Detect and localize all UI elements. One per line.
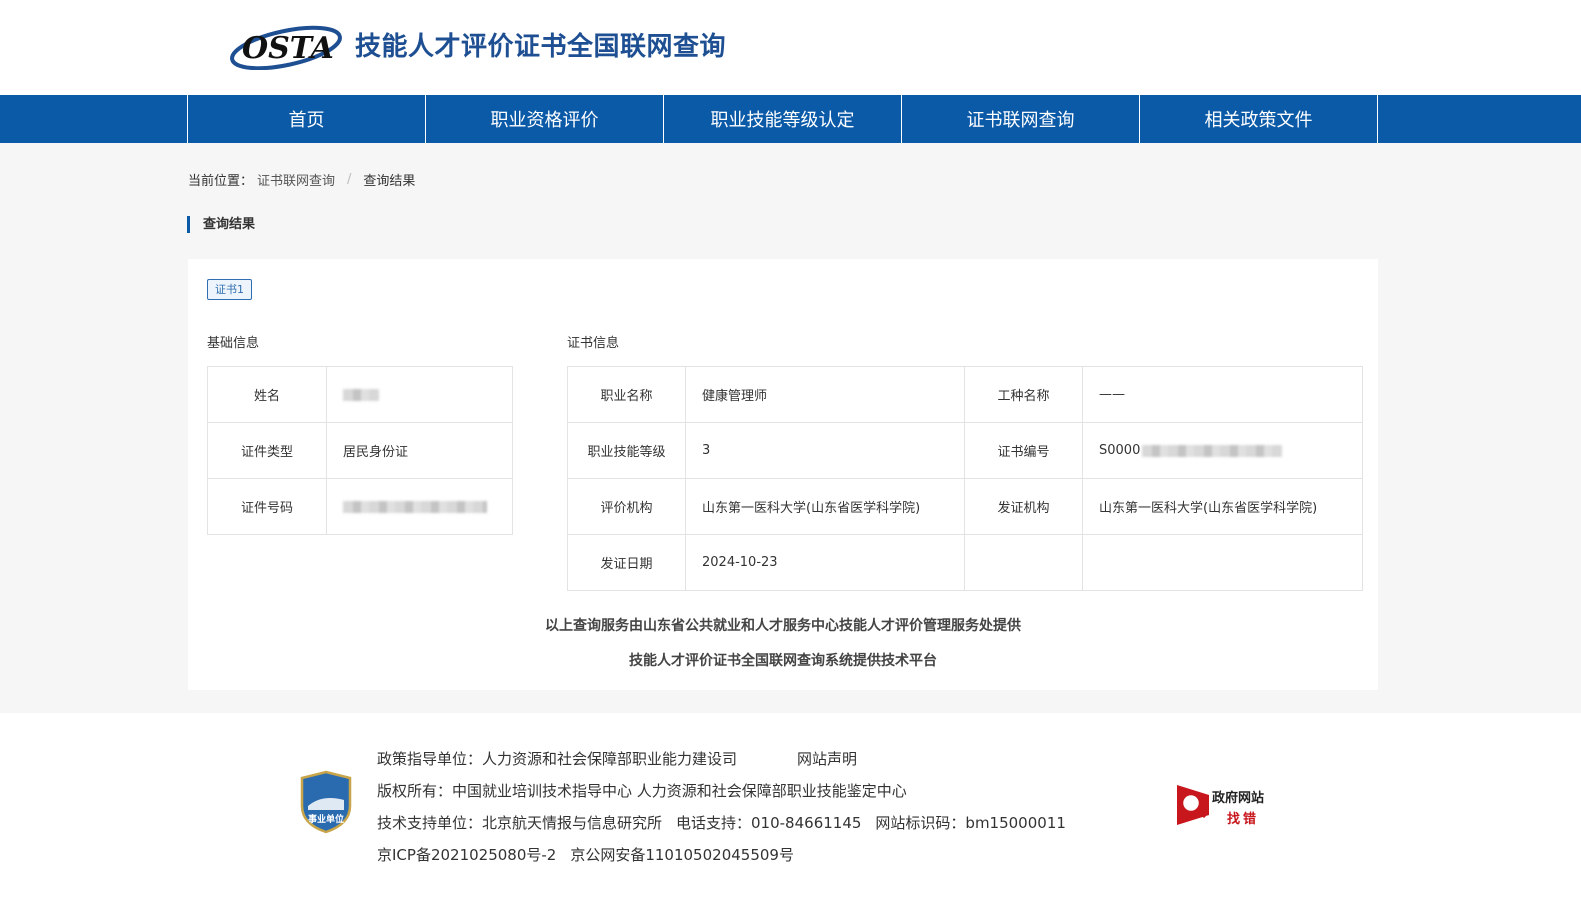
skill-level-value: 3	[685, 422, 965, 479]
breadcrumb-link-cert-query[interactable]: 证书联网查询	[257, 170, 335, 189]
occupation-label: 职业名称	[567, 366, 686, 423]
redacted-id-number	[343, 500, 487, 513]
policy-unit: 政策指导单位：人力资源和社会保障部职业能力建设司	[377, 750, 738, 768]
evaluator-label: 评价机构	[567, 478, 686, 535]
table-row: 证件类型 居民身份证	[207, 422, 513, 479]
id-number-label: 证件号码	[207, 478, 327, 535]
empty-value	[1082, 534, 1363, 591]
cert-info-heading: 证书信息	[567, 336, 620, 351]
breadcrumb-current: 查询结果	[363, 174, 416, 189]
cert-number-label: 证书编号	[964, 422, 1083, 479]
table-row: 职业技能等级 3 证书编号 S0000	[567, 422, 1363, 479]
empty-label	[964, 534, 1083, 591]
nav-bar: 首页 职业资格评价 职业技能等级认定 证书联网查询 相关政策文件	[187, 95, 1378, 143]
footer-line-4: 京ICP备2021025080号-2 京公网安备11010502045509号	[377, 839, 1080, 871]
platform-note: 技能人才评价证书全国联网查询系统提供技术平台	[629, 653, 937, 669]
footer-line-1: 政策指导单位：人力资源和社会保障部职业能力建设司 网站声明	[377, 743, 1080, 775]
osta-logo-icon[interactable]: OSTA	[228, 24, 344, 70]
table-row: 姓名	[207, 366, 513, 423]
breadcrumb-separator: /	[347, 172, 352, 187]
id-type-label: 证件类型	[207, 422, 327, 479]
gov-site-label[interactable]: 政府网站	[1212, 787, 1264, 806]
breadcrumb-prefix: 当前位置：	[188, 174, 254, 189]
issue-date-label: 发证日期	[567, 534, 686, 591]
copyright: 版权所有：中国就业培训技术指导中心 人力资源和社会保障部职业技能鉴定中心	[377, 782, 907, 800]
tech-support-unit: 技术支持单位：北京航天情报与信息研究所	[377, 814, 663, 832]
footer-line-2: 版权所有：中国就业培训技术指导中心 人力资源和社会保障部职业技能鉴定中心	[377, 775, 1080, 807]
name-value	[326, 366, 513, 423]
cert-info-table: 职业名称 健康管理师 工种名称 —— 职业技能等级 3 证书编号 S0000 评…	[567, 366, 1363, 591]
basic-info-heading: 基础信息	[207, 336, 260, 351]
skill-level-label: 职业技能等级	[567, 422, 686, 479]
id-number-value	[326, 478, 513, 535]
site-statement-link[interactable]: 网站声明	[797, 750, 857, 768]
id-type-value: 居民身份证	[326, 422, 513, 479]
work-type-label: 工种名称	[964, 366, 1083, 423]
table-row: 证件号码	[207, 478, 513, 535]
cert-number-value: S0000	[1082, 422, 1363, 479]
issuer-label: 发证机构	[964, 478, 1083, 535]
redacted-name	[343, 388, 379, 401]
table-row: 评价机构 山东第一医科大学(山东省医学科学院) 发证机构 山东第一医科大学(山东…	[567, 478, 1363, 535]
nav-item-qualification[interactable]: 职业资格评价	[426, 95, 664, 143]
find-error-label[interactable]: 找错	[1227, 808, 1259, 827]
site-id: 网站标识码：bm15000011	[875, 814, 1066, 832]
redacted-cert-number	[1142, 444, 1283, 457]
site-header: OSTA 技能人才评价证书全国联网查询	[0, 0, 1581, 95]
work-type-value: ——	[1082, 366, 1363, 423]
table-row: 发证日期 2024-10-23	[567, 534, 1363, 591]
name-label: 姓名	[207, 366, 327, 423]
nav-item-cert-query[interactable]: 证书联网查询	[902, 95, 1140, 143]
result-card: 证书1 基础信息 证书信息 姓名 证件类型 居民身份证 证件号码 职业名称 健康…	[188, 259, 1378, 690]
cert-number-prefix: S0000	[1099, 443, 1141, 458]
evaluator-value: 山东第一医科大学(山东省医学科学院)	[685, 478, 965, 535]
cert-tab-1[interactable]: 证书1	[207, 279, 252, 300]
nav-item-skill-level[interactable]: 职业技能等级认定	[664, 95, 902, 143]
footer-info: 政策指导单位：人力资源和社会保障部职业能力建设司 网站声明 版权所有：中国就业培训…	[377, 743, 1080, 871]
issue-date-value: 2024-10-23	[685, 534, 965, 591]
main-nav: 首页 职业资格评价 职业技能等级认定 证书联网查询 相关政策文件	[0, 95, 1581, 143]
service-note: 以上查询服务由山东省公共就业和人才服务中心技能人才评价管理服务处提供	[545, 618, 1021, 634]
site-footer: 事业单位 政策指导单位：人力资源和社会保障部职业能力建设司 网站声明 版权所有：中…	[0, 713, 1581, 918]
breadcrumb: 当前位置： 证书联网查询 / 查询结果	[188, 170, 415, 189]
nav-item-home[interactable]: 首页	[188, 95, 426, 143]
icp-record-link[interactable]: 京ICP备2021025080号-2	[377, 846, 556, 864]
police-record-link[interactable]: 京公网安备11010502045509号	[570, 846, 794, 864]
badge-text: 事业单位	[308, 813, 344, 825]
nav-item-policy[interactable]: 相关政策文件	[1140, 95, 1378, 143]
logo-text: OSTA	[242, 31, 334, 66]
occupation-value: 健康管理师	[685, 366, 965, 423]
footer-line-3: 技术支持单位：北京航天情报与信息研究所 电话支持：010-84661145 网站标识…	[377, 807, 1080, 839]
table-row: 职业名称 健康管理师 工种名称 ——	[567, 366, 1363, 423]
section-title: 查询结果	[187, 216, 255, 233]
public-institution-badge-icon[interactable]: 事业单位	[300, 770, 352, 834]
issuer-value: 山东第一医科大学(山东省医学科学院)	[1082, 478, 1363, 535]
phone-support: 电话支持：010-84661145	[676, 814, 862, 832]
site-title: 技能人才评价证书全国联网查询	[355, 32, 727, 62]
basic-info-table: 姓名 证件类型 居民身份证 证件号码	[207, 366, 513, 535]
